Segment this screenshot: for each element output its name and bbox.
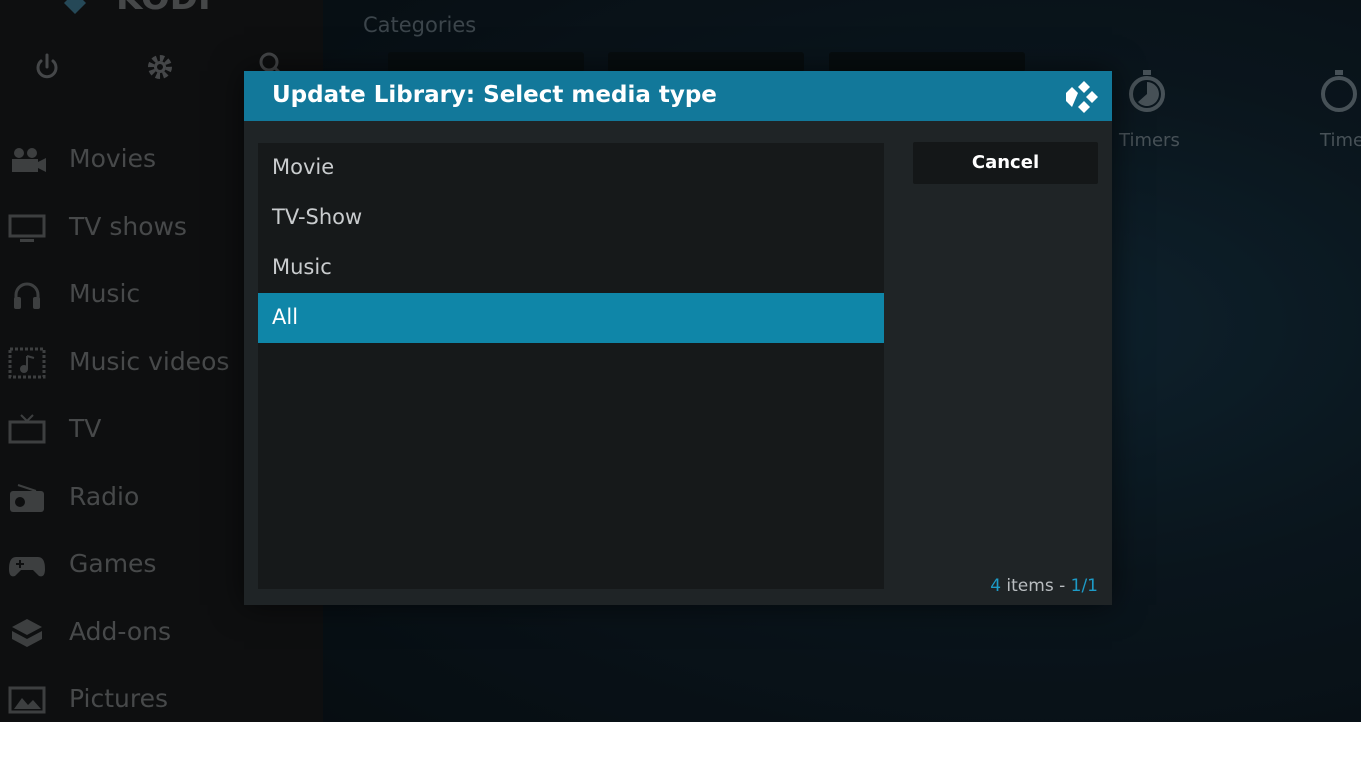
list-item-movie[interactable]: Movie xyxy=(258,143,884,193)
list-item-label: Movie xyxy=(272,155,335,179)
page-indicator: 1/1 xyxy=(1070,576,1098,596)
item-count-suffix: items - xyxy=(1001,576,1071,596)
list-item-label: All xyxy=(272,305,299,329)
media-type-list: Movie TV-Show Music All xyxy=(258,143,884,589)
item-count-number: 4 xyxy=(990,576,1002,596)
dialog-title: Update Library: Select media type xyxy=(272,82,717,108)
list-item-all[interactable]: All xyxy=(258,293,884,343)
cancel-button[interactable]: Cancel xyxy=(913,142,1098,184)
kodi-logo-icon xyxy=(1066,81,1098,113)
list-item-tv-show[interactable]: TV-Show xyxy=(258,193,884,243)
list-item-label: Music xyxy=(272,255,332,279)
update-library-dialog: Update Library: Select media type Movie … xyxy=(244,71,1112,605)
item-count: 4 items - 1/1 xyxy=(990,576,1098,596)
dialog-header: Update Library: Select media type xyxy=(244,71,1112,121)
list-item-music[interactable]: Music xyxy=(258,243,884,293)
kodi-screen: KODI Movies TV shows xyxy=(0,0,1361,722)
list-item-label: TV-Show xyxy=(272,205,363,229)
